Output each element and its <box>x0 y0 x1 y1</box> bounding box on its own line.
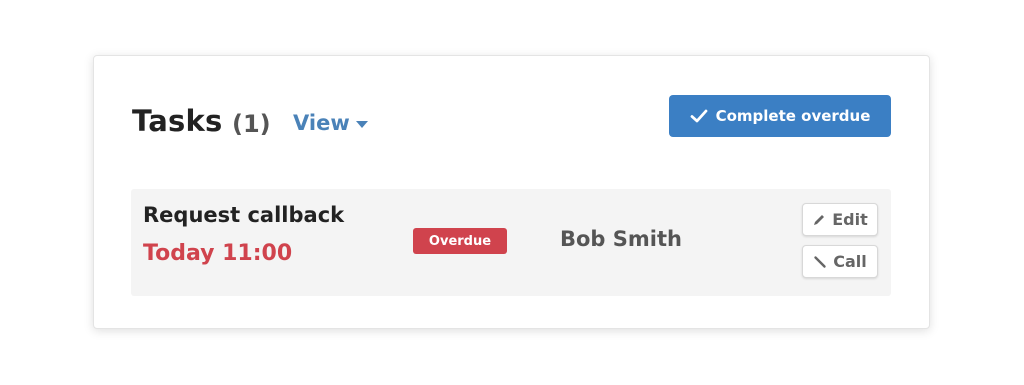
call-label: Call <box>833 252 867 271</box>
complete-overdue-label: Complete overdue <box>715 107 871 125</box>
view-dropdown-button[interactable]: View <box>293 111 368 135</box>
check-icon <box>690 107 708 125</box>
view-label: View <box>293 111 350 135</box>
pencil-icon <box>812 213 826 227</box>
task-due-time: Today 11:00 <box>143 241 293 266</box>
edit-label: Edit <box>832 210 868 229</box>
task-assignee: Bob Smith <box>560 227 682 251</box>
task-title: Request callback <box>143 203 345 227</box>
edit-button[interactable]: Edit <box>802 203 878 236</box>
status-badge: Overdue <box>413 228 507 254</box>
phone-icon <box>813 255 827 269</box>
page-title: Tasks <box>132 104 223 138</box>
task-count: (1) <box>232 110 271 138</box>
tasks-card: Tasks (1) View Complete overdue Request … <box>93 55 930 329</box>
call-button[interactable]: Call <box>802 245 878 278</box>
caret-down-icon <box>355 120 368 128</box>
complete-overdue-button[interactable]: Complete overdue <box>669 95 891 137</box>
task-row: Request callback Today 11:00 Overdue Bob… <box>131 189 891 296</box>
